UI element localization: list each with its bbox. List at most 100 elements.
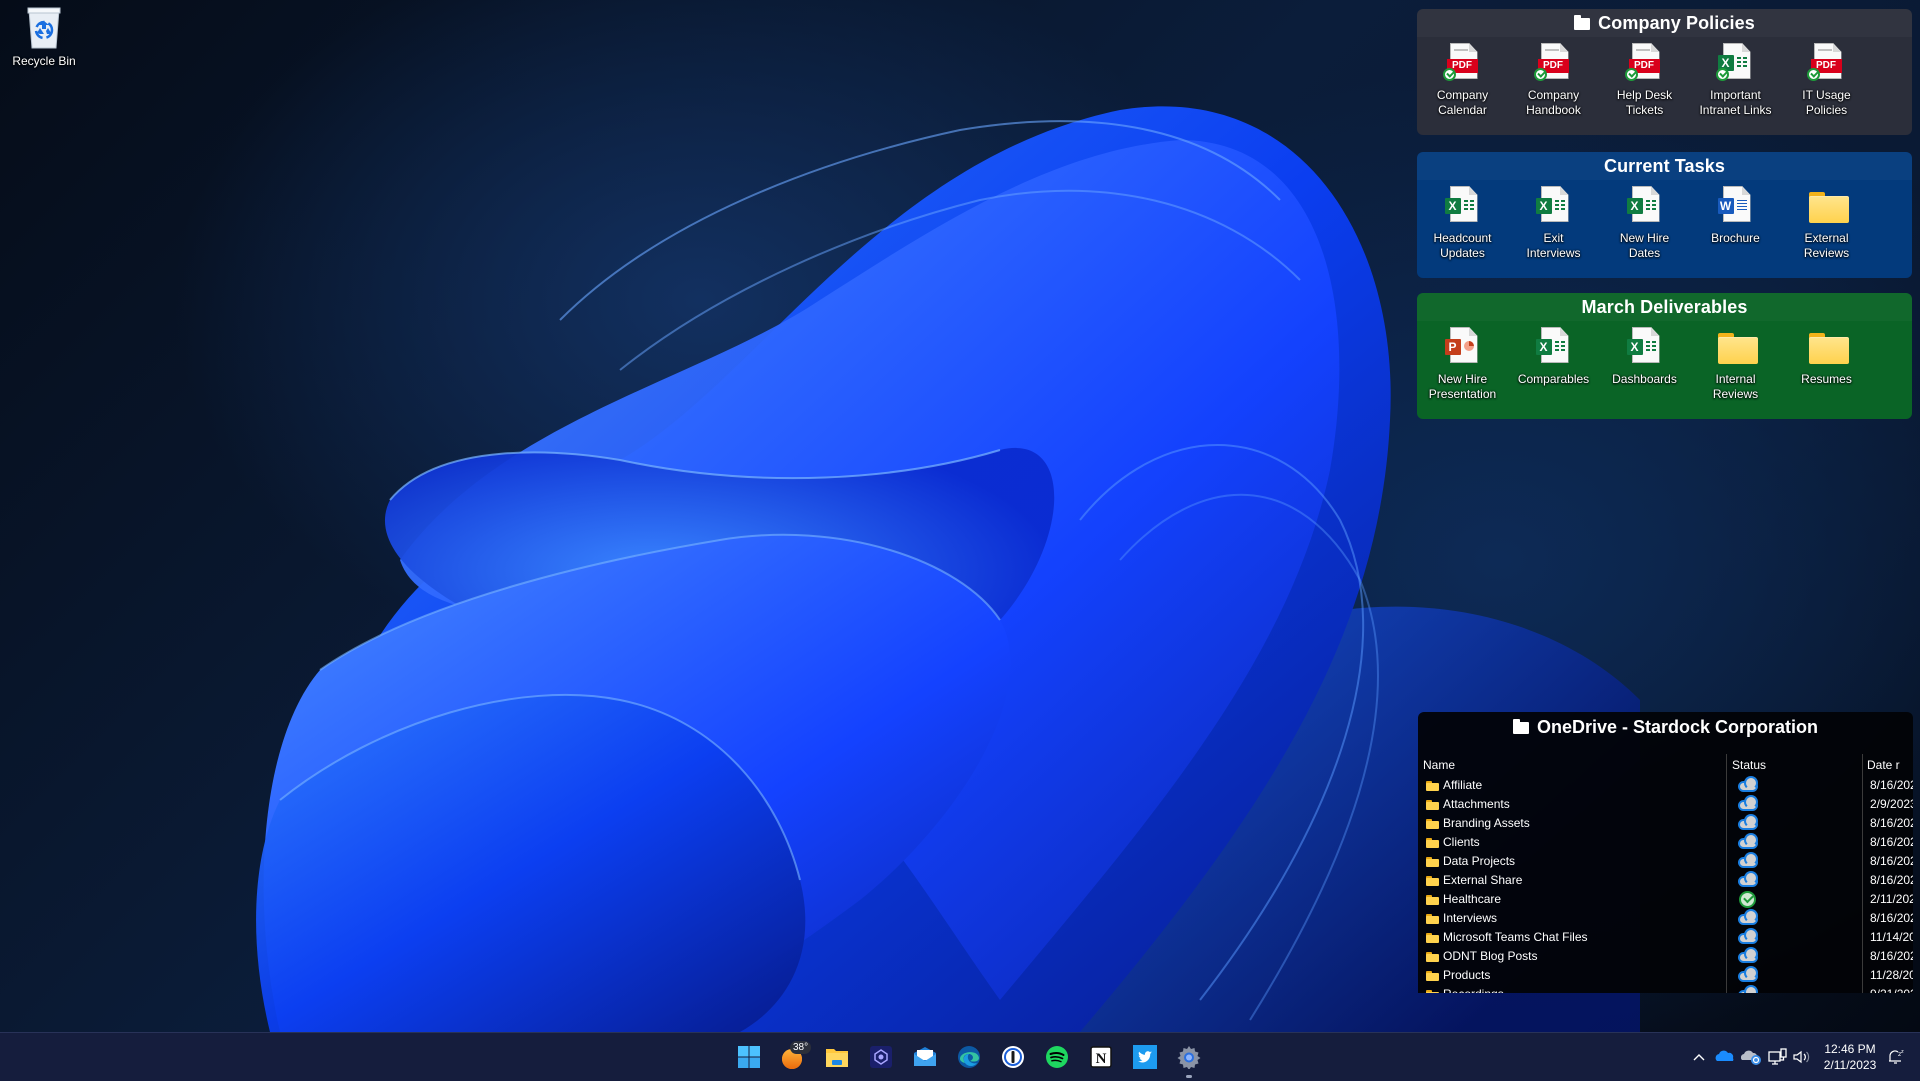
column-header-name[interactable]: Name [1423,754,1723,776]
sync-status [1736,947,1760,965]
notion-button[interactable]: N [1079,1033,1123,1081]
notion-icon: N [1090,1046,1112,1068]
pdf-file-icon: PDF [1442,43,1483,85]
folder-external-reviews[interactable]: External Reviews [1781,186,1872,261]
fence-onedrive-folder-portal[interactable]: OneDrive - Stardock Corporation Name Sta… [1418,712,1913,993]
folder-resumes[interactable]: Resumes [1781,327,1872,402]
folder-icon [1512,719,1529,734]
onedrive-folder-row[interactable]: Data Projects 8/16/202 [1418,852,1913,871]
fence-title-bar[interactable]: March Deliverables [1417,293,1912,321]
file-label: External Reviews [1803,231,1850,260]
file-exit-interviews[interactable]: X Exit Interviews [1508,186,1599,261]
date-modified: 8/16/202 [1870,835,1913,849]
spotify-icon [1046,1046,1068,1068]
onedrive-folder-row[interactable]: Recordings 9/21/202 [1418,985,1913,993]
recycle-bin-desktop-icon[interactable]: Recycle Bin [6,6,82,68]
date-modified: 11/14/20 [1870,930,1913,944]
notification-center-button[interactable]: z z [1886,1045,1906,1069]
file-company-calendar[interactable]: PDF Company Calendar [1417,43,1508,118]
onedrive-cloud-icon [1715,1050,1734,1061]
system-clock[interactable]: 12:46 PM 2/11/2023 [1818,1041,1882,1073]
folder-icon [1426,800,1439,810]
volume-tray-button[interactable] [1792,1045,1812,1069]
fence-current-tasks[interactable]: Current Tasks X Headcount Updates X Exit I… [1417,152,1912,278]
folder-icon [1426,781,1439,791]
svg-text:N: N [1096,1051,1107,1067]
date-modified: 8/16/202 [1870,911,1913,925]
media-app-button[interactable] [859,1033,903,1081]
mail-button[interactable] [903,1033,947,1081]
spotify-button[interactable] [1035,1033,1079,1081]
show-hidden-icons-button[interactable] [1692,1045,1706,1069]
fence-title-bar[interactable]: OneDrive - Stardock Corporation [1418,712,1913,742]
network-tray-button[interactable] [1767,1045,1789,1069]
folder-icon [1807,327,1849,369]
onedrive-folder-row[interactable]: ODNT Blog Posts 8/16/202 [1418,947,1913,966]
folder-icon [1426,990,1439,993]
always-available-check-icon [1739,891,1756,908]
column-header-date[interactable]: Date r [1867,754,1913,776]
word-file-icon: W [1716,186,1756,228]
file-help-desk-tickets[interactable]: PDF Help Desk Tickets [1599,43,1690,118]
fence-march-deliverables[interactable]: March Deliverables P New Hire Presentatio… [1417,293,1912,419]
1password-button[interactable] [991,1033,1035,1081]
file-label: New Hire Presentation [1428,372,1497,401]
onedrive-folder-row[interactable]: External Share 8/16/202 [1418,871,1913,890]
onedrive-folder-row[interactable]: Branding Assets 8/16/202 [1418,814,1913,833]
synced-check-icon [1715,68,1729,81]
file-important-intranet-links[interactable]: X Important Intranet Links [1690,43,1781,118]
sync-status [1736,776,1760,794]
synced-check-icon [1442,68,1456,81]
onedrive-folder-row[interactable]: Attachments 2/9/2023 [1418,795,1913,814]
onedrive-folder-row[interactable]: Clients 8/16/202 [1418,833,1913,852]
file-label: Brochure [1711,231,1760,245]
onedrive-folder-row[interactable]: Affiliate 8/16/202 [1418,776,1913,795]
folder-name: Clients [1443,835,1480,849]
folder-name: Affiliate [1443,778,1483,792]
onedrive-folder-row[interactable]: Products 11/28/20 [1418,966,1913,985]
sync-status [1736,891,1760,908]
file-comparables[interactable]: X Comparables [1508,327,1599,402]
fence-title-bar[interactable]: Current Tasks [1417,152,1912,180]
fence-title-bar[interactable]: Company Policies [1417,9,1912,37]
onedrive-folder-row[interactable]: Microsoft Teams Chat Files 11/14/20 [1418,928,1913,947]
file-explorer-button[interactable] [815,1033,859,1081]
excel-file-icon: X [1534,186,1574,228]
excel-file-icon: X [1625,327,1665,369]
folder-icon [1426,819,1439,829]
sync-status [1736,852,1760,870]
weather-widget-button[interactable]: 38° [771,1033,815,1081]
onedrive-tray-button[interactable] [1715,1045,1735,1069]
synced-check-icon [1624,68,1638,81]
onedrive-folder-row[interactable]: Healthcare 2/11/202 [1418,890,1913,909]
folder-icon [1426,933,1439,943]
file-label: Comparables [1517,372,1590,386]
file-headcount-updates[interactable]: X Headcount Updates [1417,186,1508,261]
folder-name: ODNT Blog Posts [1443,949,1538,963]
excel-file-icon: X [1625,186,1665,228]
edge-browser-button[interactable] [947,1033,991,1081]
file-explorer-icon [826,1049,848,1067]
column-header-status[interactable]: Status [1732,754,1862,776]
chevron-up-icon [1693,1054,1705,1061]
file-it-usage-policies[interactable]: PDF IT Usage Policies [1781,43,1872,118]
start-button[interactable] [727,1033,771,1081]
sync-status [1736,966,1760,984]
file-new-hire-presentation[interactable]: P New Hire Presentation [1417,327,1508,402]
file-new-hire-dates[interactable]: X New Hire Dates [1599,186,1690,261]
date-modified: 2/9/2023 [1870,797,1913,811]
folder-icon [1426,952,1439,962]
folder-name: Microsoft Teams Chat Files [1443,930,1588,944]
file-dashboards[interactable]: X Dashboards [1599,327,1690,402]
onedrive-folder-row[interactable]: Interviews 8/16/202 [1418,909,1913,928]
file-label: Help Desk Tickets [1616,88,1673,117]
folder-name: Interviews [1443,911,1498,925]
file-company-handbook[interactable]: PDF Company Handbook [1508,43,1599,118]
folder-internal-reviews[interactable]: Internal Reviews [1690,327,1781,402]
file-label: Internal Reviews [1712,372,1759,401]
file-brochure[interactable]: W Brochure [1690,186,1781,261]
fence-company-policies[interactable]: Company Policies PDF Company Calendar PDF… [1417,9,1912,135]
settings-button[interactable] [1167,1033,1211,1081]
onedrive-business-tray-button[interactable] [1740,1045,1763,1069]
twitter-button[interactable] [1123,1033,1167,1081]
